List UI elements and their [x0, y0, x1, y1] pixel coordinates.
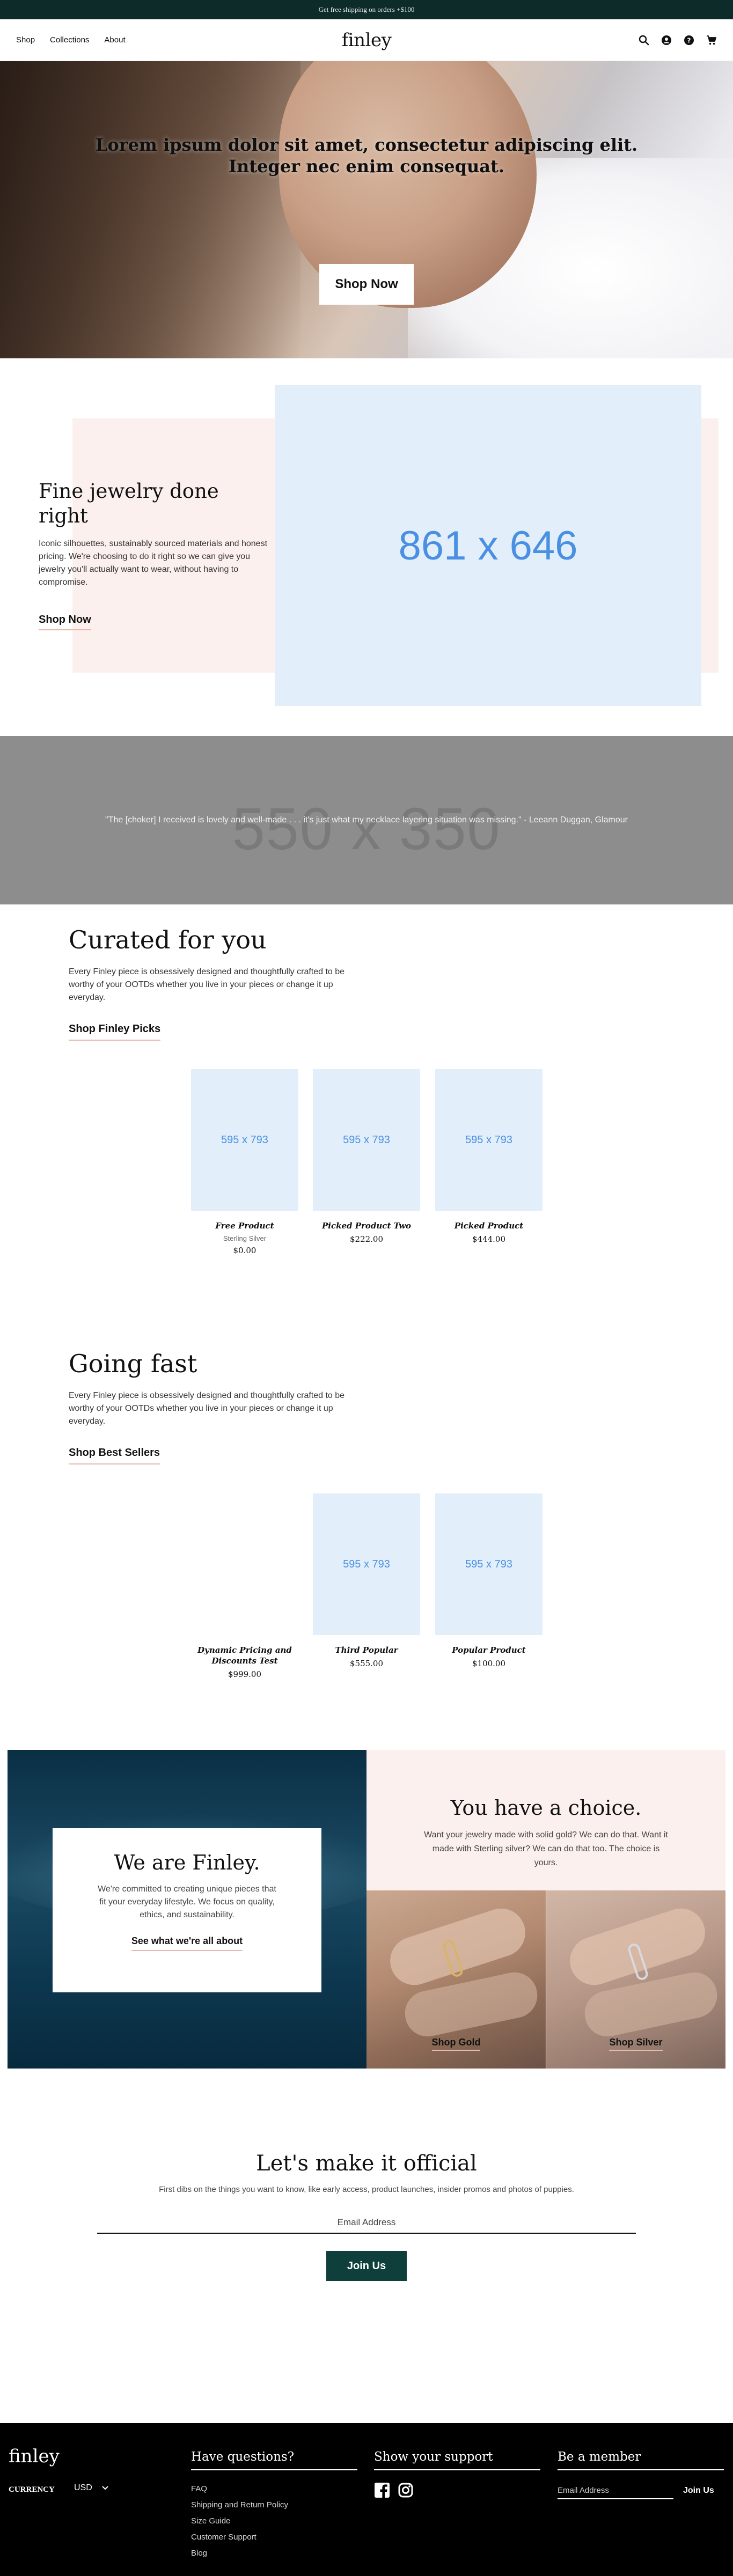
hero-shop-now-button[interactable]: Shop Now [319, 264, 414, 305]
curated-text: Every Finley piece is obsessively design… [69, 967, 345, 1002]
instagram-icon[interactable] [398, 2482, 414, 2498]
footer-support-title: Show your support [374, 2450, 540, 2470]
silver-ring-image[interactable]: Shop Silver [546, 1890, 725, 2069]
footer-link-shipping[interactable]: Shipping and Return Policy [191, 2497, 357, 2513]
footer-link-support[interactable]: Customer Support [191, 2529, 357, 2545]
testimonial-quote: "The [choker] I received is lovely and w… [105, 815, 628, 825]
facebook-icon[interactable] [374, 2482, 390, 2498]
shop-best-sellers-link[interactable]: Shop Best Sellers [69, 1447, 160, 1464]
going-fast-text: Every Finley piece is obsessively design… [69, 1391, 345, 1426]
fine-jewelry-title: Fine jewelry done right [39, 480, 219, 527]
footer-link-faq[interactable]: FAQ [191, 2481, 357, 2497]
help-icon[interactable]: ? [684, 35, 694, 46]
product-name[interactable]: Free Product [191, 1220, 298, 1231]
search-icon[interactable] [639, 35, 649, 46]
product-name[interactable]: Picked Product [435, 1220, 543, 1231]
site-logo[interactable]: finley [342, 30, 392, 51]
hero-title: Lorem ipsum dolor sit amet, consectetur … [95, 135, 638, 176]
hero-banner [0, 61, 733, 358]
product-image-placeholder[interactable]: 595 x 793 [435, 1493, 543, 1635]
site-header: Shop Collections About finley ? [0, 19, 733, 61]
account-icon[interactable] [661, 35, 672, 46]
curated-title: Curated for you [69, 925, 267, 954]
fine-jewelry-text: Iconic silhouettes, sustainably sourced … [39, 539, 268, 587]
footer-questions-title: Have questions? [191, 2450, 357, 2470]
product-image-placeholder[interactable]: 595 x 793 [191, 1069, 298, 1211]
currency-select[interactable]: USD [74, 2483, 108, 2493]
product-price: $999.00 [228, 1669, 262, 1679]
product-price: $0.00 [233, 1246, 256, 1255]
cart-icon[interactable] [706, 35, 717, 46]
about-title: We are Finley. [114, 1851, 260, 1874]
about-link[interactable]: See what we're all about [131, 1935, 243, 1951]
footer-support-column: Show your support [374, 2450, 540, 2498]
product-card[interactable]: 595 x 793 Picked Product $444.00 [435, 1069, 543, 1244]
announcement-bar: Get free shipping on orders +$100 [0, 0, 733, 19]
product-variant: Sterling Silver [223, 1234, 267, 1242]
product-name[interactable]: Third Popular [313, 1645, 420, 1655]
product-price: $100.00 [472, 1659, 506, 1668]
choice-text: Want your jewelry made with solid gold? … [424, 1830, 668, 1867]
footer-member-title: Be a member [558, 2450, 724, 2470]
footer-questions-column: Have questions? FAQ Shipping and Return … [191, 2450, 357, 2562]
product-image-placeholder[interactable]: 595 x 793 [435, 1069, 543, 1211]
gold-ring-image[interactable]: Shop Gold [366, 1890, 546, 2069]
shop-finley-picks-link[interactable]: Shop Finley Picks [69, 1023, 161, 1041]
product-price: $444.00 [472, 1234, 506, 1244]
nav-shop[interactable]: Shop [16, 35, 35, 45]
product-name[interactable]: Picked Product Two [313, 1220, 420, 1231]
footer-link-blog[interactable]: Blog [191, 2545, 357, 2562]
product-price: $222.00 [349, 1234, 384, 1244]
product-card[interactable]: 595 x 793 Picked Product Two $222.00 [313, 1069, 420, 1244]
footer-member-column: Be a member Join Us [558, 2450, 724, 2499]
nav-collections[interactable]: Collections [50, 35, 89, 45]
footer-logo[interactable]: finley [9, 2446, 60, 2467]
footer-join-button[interactable]: Join Us [683, 2486, 714, 2496]
fine-jewelry-shop-now-link[interactable]: Shop Now [39, 614, 91, 630]
newsletter-text: First dibs on the things you want to kno… [159, 2185, 574, 2194]
product-price: $555.00 [349, 1659, 384, 1668]
shop-silver-link[interactable]: Shop Silver [609, 2037, 663, 2051]
testimonial-image-placeholder: 550 x 350 [232, 796, 501, 862]
product-image-empty[interactable] [191, 1493, 298, 1635]
product-card[interactable]: 595 x 793 Free Product Sterling Silver $… [191, 1069, 298, 1255]
testimonial-band: 550 x 350 "The [choker] I received is lo… [0, 736, 733, 904]
choice-panel: You have a choice. Want your jewelry mad… [366, 1750, 725, 1890]
announcement-text: Get free shipping on orders +$100 [318, 5, 415, 13]
newsletter-email-input[interactable] [97, 2212, 636, 2234]
header-icons: ? [639, 35, 717, 46]
product-card[interactable]: 595 x 793 Popular Product $100.00 [435, 1493, 543, 1668]
product-image-placeholder[interactable]: 595 x 793 [313, 1493, 420, 1635]
currency-value[interactable]: USD [74, 2483, 92, 2492]
main-nav: Shop Collections About [16, 35, 126, 45]
svg-text:?: ? [687, 36, 691, 44]
choice-title: You have a choice. [450, 1796, 642, 1820]
product-name[interactable]: Dynamic Pricing and Discounts Test [191, 1645, 298, 1666]
product-card[interactable]: 595 x 793 Third Popular $555.00 [313, 1493, 420, 1668]
nav-about[interactable]: About [104, 35, 125, 45]
product-card[interactable]: Dynamic Pricing and Discounts Test $999.… [191, 1493, 298, 1679]
going-fast-title: Going fast [69, 1349, 197, 1378]
product-name[interactable]: Popular Product [435, 1645, 543, 1655]
chevron-down-icon[interactable] [102, 2483, 108, 2492]
footer-email-input[interactable] [558, 2482, 673, 2499]
newsletter-title: Let's make it official [256, 2151, 477, 2176]
newsletter-join-button[interactable]: Join Us [326, 2251, 407, 2281]
about-card: We are Finley. We're committed to creati… [53, 1828, 321, 1992]
fine-jewelry-image-placeholder: 861 x 646 [275, 385, 701, 706]
hero-image-hair [0, 61, 300, 358]
footer-link-size-guide[interactable]: Size Guide [191, 2513, 357, 2529]
currency-label: CURRENCY [9, 2485, 55, 2494]
shop-gold-link[interactable]: Shop Gold [431, 2037, 481, 2051]
site-footer: finley CURRENCY USD Have questions? FAQ … [0, 2423, 733, 2576]
product-image-placeholder[interactable]: 595 x 793 [313, 1069, 420, 1211]
about-text: We're committed to creating unique piece… [98, 1885, 276, 1919]
